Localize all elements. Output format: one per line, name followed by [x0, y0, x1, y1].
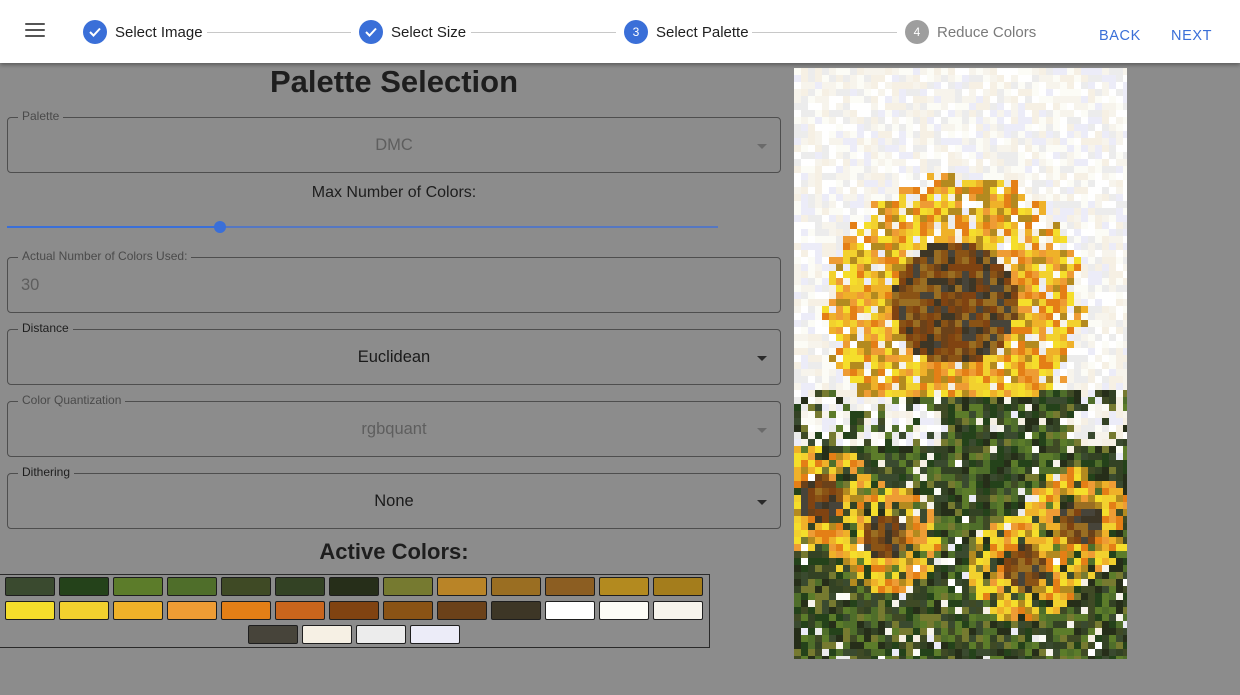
color-swatch[interactable]	[275, 577, 325, 596]
palette-select-label: Palette	[18, 109, 64, 123]
dithering-select[interactable]: Dithering None	[7, 465, 781, 529]
max-colors-label: Max Number of Colors:	[311, 184, 477, 201]
color-swatch[interactable]	[383, 601, 433, 620]
color-swatch[interactable]	[275, 601, 325, 620]
color-swatch[interactable]	[383, 577, 433, 596]
active-colors-title: Active Colors:	[319, 539, 469, 564]
dropdown-arrow-icon	[757, 356, 767, 361]
color-swatch[interactable]	[248, 625, 298, 644]
color-swatch[interactable]	[410, 625, 460, 644]
color-swatch[interactable]	[302, 625, 352, 644]
color-swatch[interactable]	[221, 577, 271, 596]
quantization-select-label: Color Quantization	[18, 393, 126, 407]
color-swatch[interactable]	[113, 577, 163, 596]
step-connector	[752, 32, 897, 33]
color-swatch[interactable]	[545, 601, 595, 620]
dithering-select-value: None	[374, 492, 414, 510]
quantization-select-value: rgbquant	[361, 420, 427, 438]
color-swatch[interactable]	[599, 601, 649, 620]
actual-colors-label: Actual Number of Colors Used:	[18, 249, 192, 263]
step-label: Select Palette	[656, 23, 749, 41]
page-title: Palette Selection	[269, 64, 519, 99]
step-label: Select Size	[391, 23, 467, 41]
step-connector	[471, 32, 616, 33]
color-swatch[interactable]	[437, 601, 487, 620]
step-number: 3	[624, 20, 648, 44]
color-swatch[interactable]	[491, 577, 541, 596]
color-swatch[interactable]	[59, 577, 109, 596]
step-select-size[interactable]: Select Size	[359, 19, 466, 45]
distance-select-value: Euclidean	[357, 348, 431, 366]
color-swatch[interactable]	[167, 577, 217, 596]
color-swatch[interactable]	[167, 601, 217, 620]
dithering-select-label: Dithering	[18, 465, 75, 479]
step-label: Reduce Colors	[937, 23, 1037, 41]
color-swatch[interactable]	[329, 601, 379, 620]
check-icon	[359, 20, 383, 44]
color-swatch[interactable]	[221, 601, 271, 620]
step-reduce-colors[interactable]: 4 Reduce Colors	[905, 19, 1036, 45]
color-swatch[interactable]	[653, 601, 703, 620]
hamburger-menu-icon[interactable]	[25, 23, 45, 39]
color-swatch[interactable]	[545, 577, 595, 596]
distance-select[interactable]: Distance Euclidean	[7, 321, 781, 385]
back-button[interactable]: BACK	[1099, 28, 1141, 44]
palette-select-value: DMC	[375, 136, 413, 154]
color-swatch[interactable]	[5, 577, 55, 596]
color-swatch[interactable]	[491, 601, 541, 620]
actual-colors-value: 30	[21, 276, 40, 294]
sunflower-preview-image	[794, 68, 1127, 659]
image-pixels	[794, 68, 1127, 659]
step-select-image[interactable]: Select Image	[83, 19, 203, 45]
palette-select[interactable]: Palette DMC	[7, 109, 781, 173]
actual-colors-field: Actual Number of Colors Used: 30	[7, 249, 781, 313]
step-label: Select Image	[115, 23, 203, 41]
color-swatch[interactable]	[599, 577, 649, 596]
step-select-palette[interactable]: 3 Select Palette	[624, 19, 749, 45]
next-button[interactable]: NEXT	[1171, 28, 1212, 44]
max-colors-slider-thumb[interactable]	[214, 221, 227, 233]
color-swatch[interactable]	[653, 577, 703, 596]
active-colors-palette	[0, 574, 710, 648]
dropdown-arrow-icon	[757, 144, 767, 149]
color-swatch[interactable]	[113, 601, 163, 620]
dropdown-arrow-icon	[757, 500, 767, 505]
step-connector	[207, 32, 351, 33]
step-number: 4	[905, 20, 929, 44]
color-swatch[interactable]	[437, 577, 487, 596]
color-swatch[interactable]	[329, 577, 379, 596]
color-swatch[interactable]	[356, 625, 406, 644]
color-swatch[interactable]	[59, 601, 109, 620]
dropdown-arrow-icon	[757, 428, 767, 433]
max-colors-slider-fill	[7, 226, 221, 228]
distance-select-label: Distance	[18, 321, 73, 335]
color-swatch[interactable]	[5, 601, 55, 620]
stepper-bar: Select Image Select Size 3 Select Palett…	[0, 0, 1240, 63]
quantization-select[interactable]: Color Quantization rgbquant	[7, 393, 781, 457]
check-icon	[83, 20, 107, 44]
